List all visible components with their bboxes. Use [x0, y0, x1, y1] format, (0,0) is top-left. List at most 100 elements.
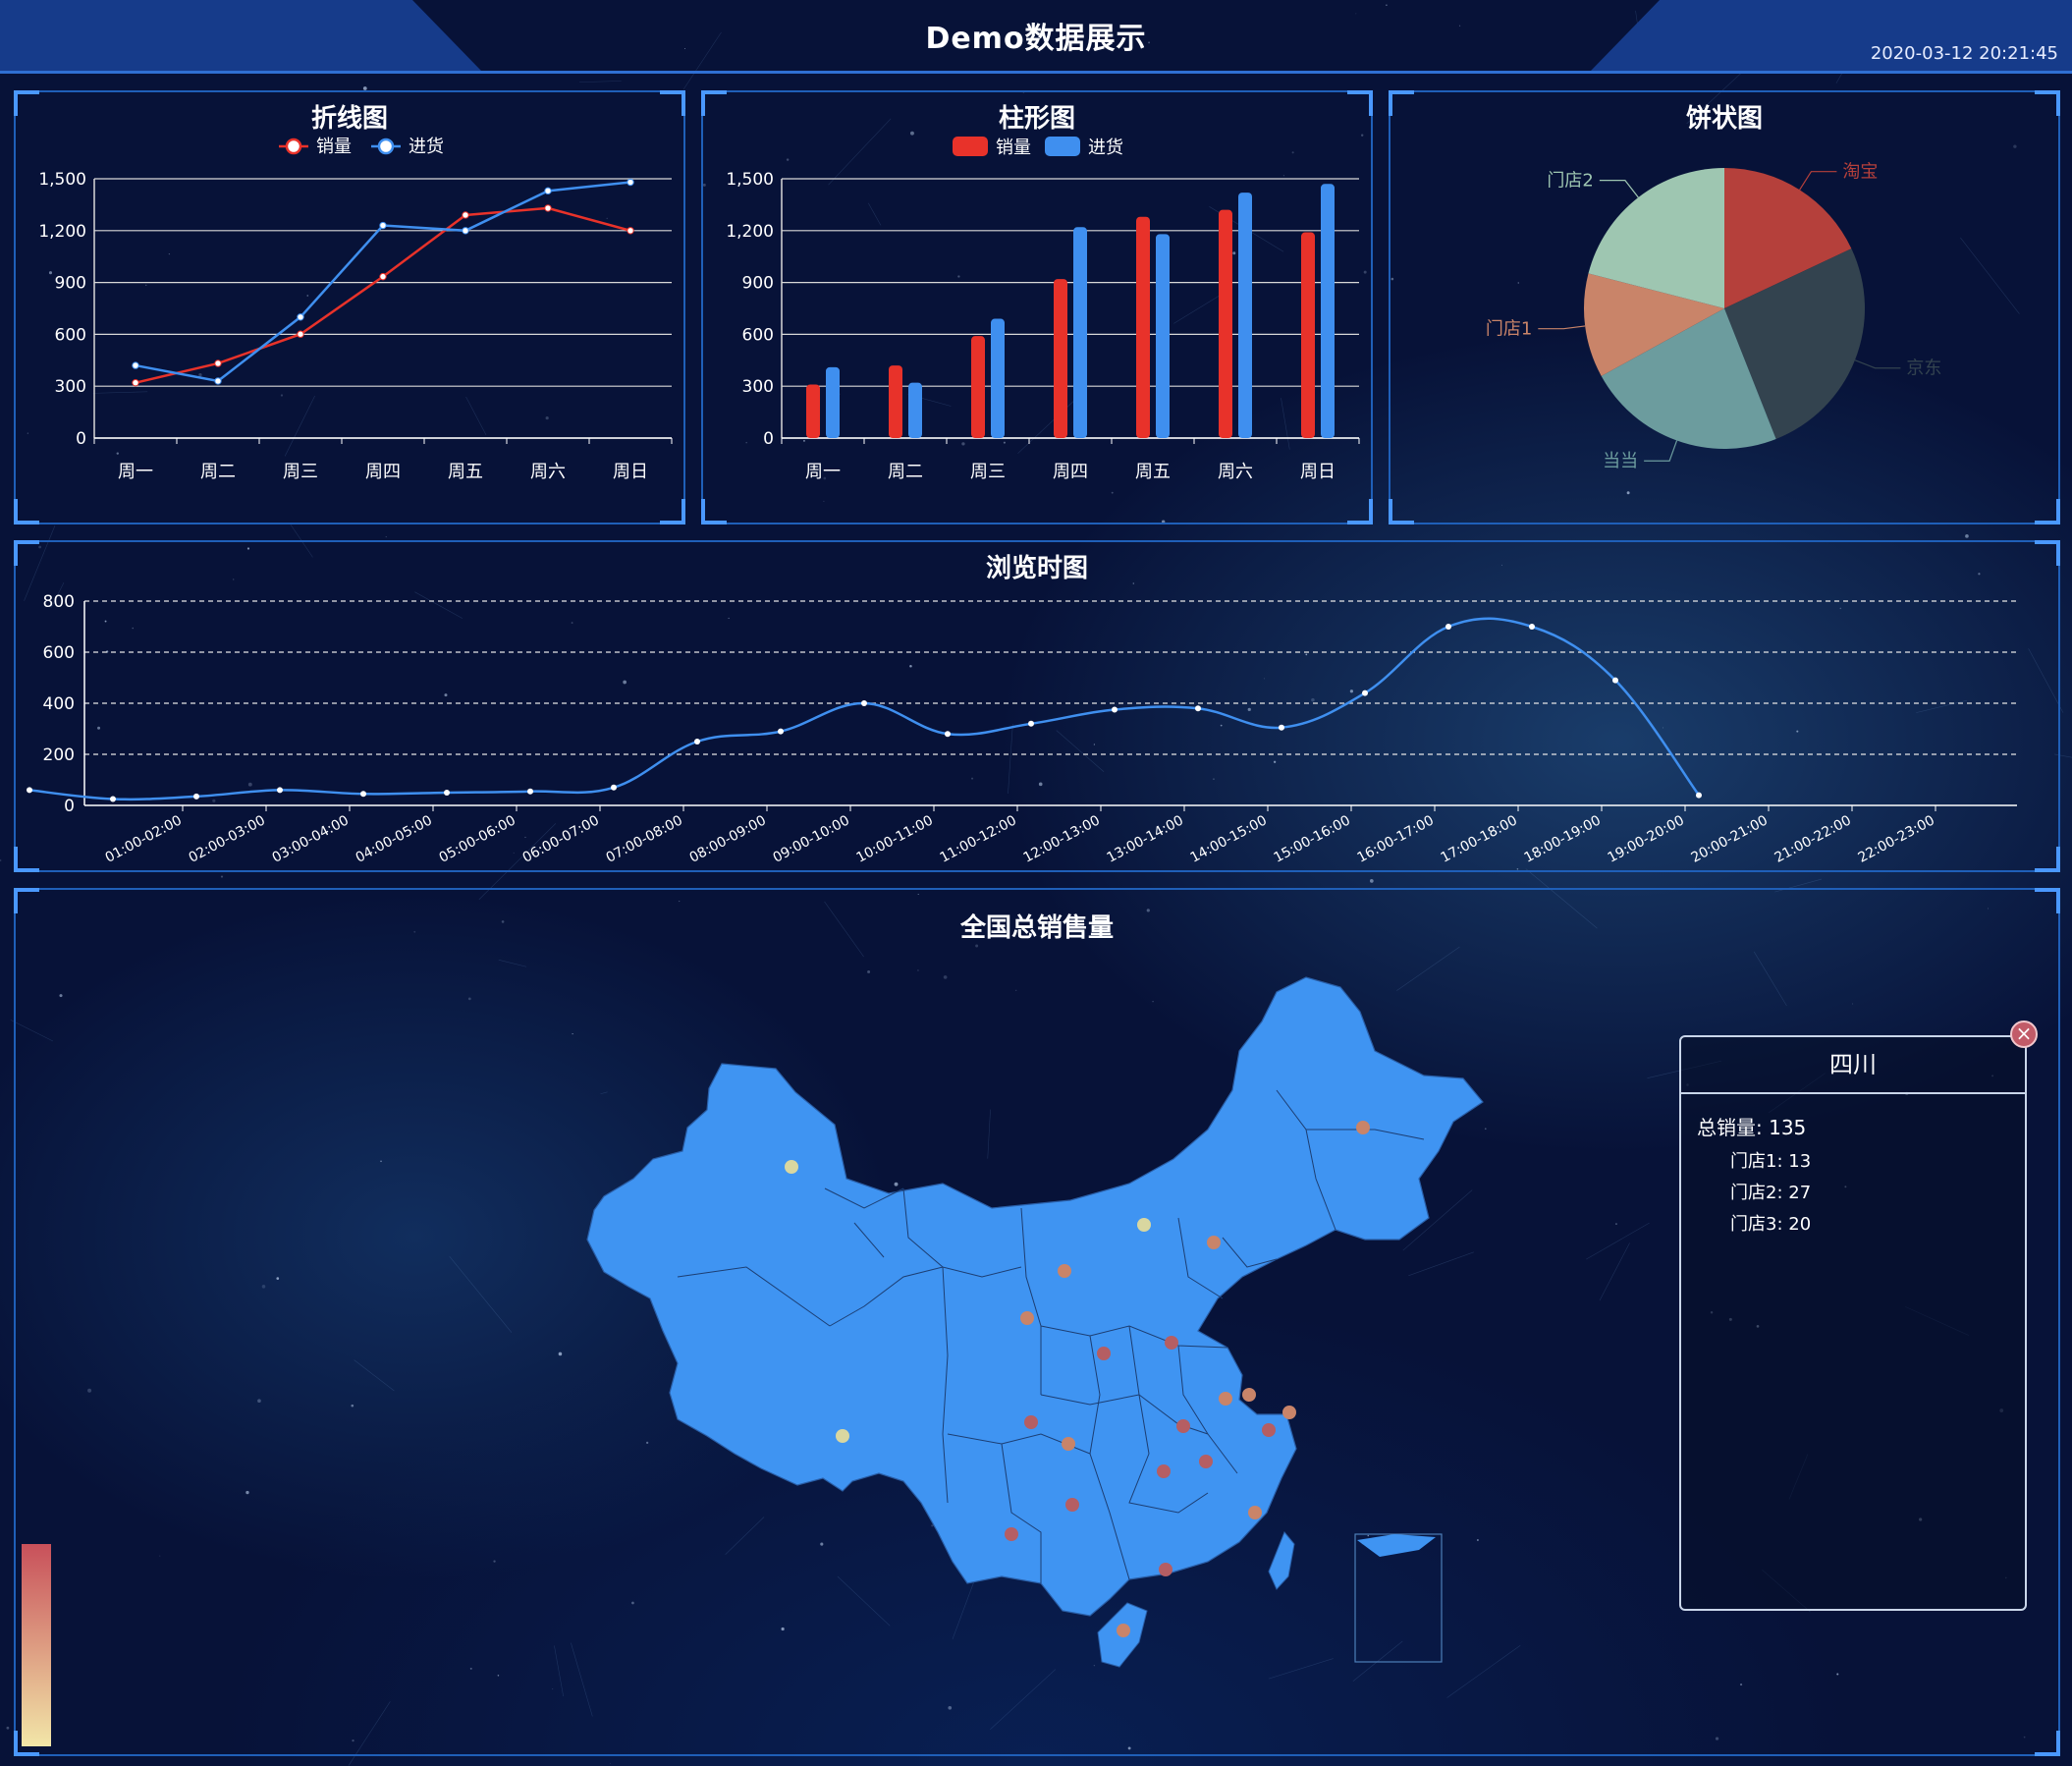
- star: [0, 858, 2, 862]
- bar: [991, 318, 1005, 438]
- x-tick-label: 周六: [530, 462, 566, 482]
- pie-chart[interactable]: 淘宝京东当当 门店1 门店2: [1390, 92, 2058, 523]
- star: [1369, 879, 1374, 883]
- x-tick-label: 18:00-19:00: [1522, 812, 1604, 865]
- x-tick-label: 14:00-15:00: [1188, 812, 1270, 865]
- data-point: [1028, 720, 1034, 727]
- bar-chart-panel: 柱形图 0 300 600 900 1,200 1,500 周一 周二 周三 周四 周五 周六 周日 销量…: [701, 90, 1373, 524]
- pie-label-line: [1644, 440, 1678, 462]
- x-tick-label: 15:00-16:00: [1272, 812, 1353, 865]
- data-point: [1529, 624, 1535, 630]
- bar: [1219, 209, 1232, 438]
- data-point: [1612, 677, 1618, 684]
- legend-swatch: [1045, 137, 1080, 156]
- browse-chart-panel: 浏览时图 0 200 400 600 800 01:00-02:00 02:00-03:00…: [14, 540, 2060, 872]
- line-chart-panel: 折线图 0 300 600 900 1,200 1,500 周一 周二 周三 周四 周五 周六 周日 销量…: [14, 90, 685, 524]
- x-tick-label: 08:00-09:00: [687, 812, 769, 865]
- x-tick-label: 20:00-21:00: [1689, 812, 1771, 865]
- y-tick-label: 600: [43, 643, 75, 663]
- pie-label-line: [1538, 325, 1586, 330]
- y-tick-label: 1,200: [726, 222, 774, 242]
- x-tick-label: 周三: [283, 462, 318, 482]
- data-point: [297, 330, 304, 338]
- legend-marker: [377, 138, 395, 155]
- bar: [826, 366, 840, 438]
- legend-marker: [285, 138, 302, 155]
- y-tick-label: 300: [55, 377, 86, 397]
- x-tick-label: 02:00-03:00: [187, 812, 268, 865]
- visual-map-legend[interactable]: [22, 1544, 51, 1746]
- bar: [889, 365, 902, 438]
- star: [385, 536, 387, 538]
- datetime: 2020-03-12 20:21:45: [1870, 43, 2058, 64]
- x-tick-label: 17:00-18:00: [1439, 812, 1520, 865]
- data-point: [1279, 724, 1284, 731]
- x-tick-label: 周四: [365, 462, 401, 482]
- data-point: [214, 377, 222, 385]
- data-point: [694, 739, 700, 745]
- x-tick-label: 10:00-11:00: [854, 812, 936, 865]
- bar: [971, 336, 985, 438]
- data-point: [132, 361, 139, 369]
- x-tick-label: 19:00-20:00: [1606, 812, 1687, 865]
- browse-chart[interactable]: 0 200 400 600 800 01:00-02:00 02:00-03:00 03:00…: [16, 542, 2058, 870]
- y-tick-label: 300: [742, 377, 774, 397]
- bar: [1073, 227, 1087, 438]
- browse-line: [28, 617, 1701, 801]
- close-icon[interactable]: ×: [2010, 1021, 2038, 1048]
- x-tick-label: 周日: [1300, 462, 1336, 482]
- data-point: [611, 784, 617, 791]
- bar-chart[interactable]: 0 300 600 900 1,200 1,500 周一 周二 周三 周四 周五 周六 周日 销量 进货: [703, 92, 1371, 523]
- data-point: [277, 787, 283, 794]
- data-point: [861, 700, 867, 706]
- x-tick-label: 16:00-17:00: [1355, 812, 1437, 865]
- x-tick-label: 周三: [970, 462, 1006, 482]
- legend-label: 销量: [316, 137, 352, 157]
- x-tick-label: 周一: [805, 462, 841, 482]
- y-tick-label: 0: [64, 797, 75, 816]
- data-point: [1362, 690, 1368, 696]
- line-chart[interactable]: 0 300 600 900 1,200 1,500 周一 周二 周三 周四 周五 周六 周日 销量 进货: [16, 92, 683, 523]
- bar: [806, 384, 820, 438]
- data-point: [527, 788, 533, 795]
- x-tick-label: 09:00-10:00: [771, 812, 852, 865]
- data-point: [1112, 706, 1118, 713]
- bar: [1321, 184, 1335, 438]
- header: Demo数据展示 2020-03-12 20:21:45: [0, 0, 2072, 74]
- x-tick-label: 周日: [613, 462, 648, 482]
- star: [1965, 534, 1969, 538]
- data-point: [132, 378, 139, 387]
- x-tick-label: 周二: [888, 462, 923, 482]
- map-tooltip: 四川 总销量: 135 门店1: 13 门店2: 27 门店3: 20: [1679, 1035, 2027, 1611]
- legend-label: 销量: [996, 138, 1031, 158]
- data-point: [1445, 624, 1451, 630]
- y-tick-label: 1,200: [38, 222, 86, 242]
- y-tick-label: 1,500: [726, 170, 774, 190]
- pie-label-line: [1854, 359, 1901, 369]
- x-tick-label: 06:00-07:00: [520, 812, 602, 865]
- y-tick-label: 0: [763, 429, 774, 449]
- tooltip-item: 门店3: 20: [1730, 1214, 1812, 1235]
- data-point: [1696, 792, 1702, 799]
- data-point: [544, 187, 552, 195]
- y-tick-label: 1,500: [38, 170, 86, 190]
- data-point: [297, 313, 304, 321]
- x-tick-label: 11:00-12:00: [938, 812, 1019, 865]
- data-point: [379, 221, 387, 230]
- y-tick-label: 600: [55, 325, 86, 345]
- x-tick-label: 周二: [200, 462, 236, 482]
- data-point: [462, 227, 469, 235]
- bar: [1136, 216, 1150, 438]
- bar: [1301, 232, 1315, 438]
- x-tick-label: 01:00-02:00: [103, 812, 185, 865]
- pie-label-line: [1599, 180, 1639, 198]
- x-tick-label: 12:00-13:00: [1021, 812, 1103, 865]
- data-point: [214, 359, 222, 367]
- x-tick-label: 21:00-22:00: [1772, 812, 1854, 865]
- data-point: [544, 204, 552, 212]
- y-tick-label: 900: [742, 274, 774, 294]
- x-tick-label: 周一: [118, 462, 153, 482]
- data-point: [110, 796, 116, 802]
- y-tick-label: 0: [76, 429, 86, 449]
- tooltip-item: 门店2: 27: [1730, 1183, 1812, 1203]
